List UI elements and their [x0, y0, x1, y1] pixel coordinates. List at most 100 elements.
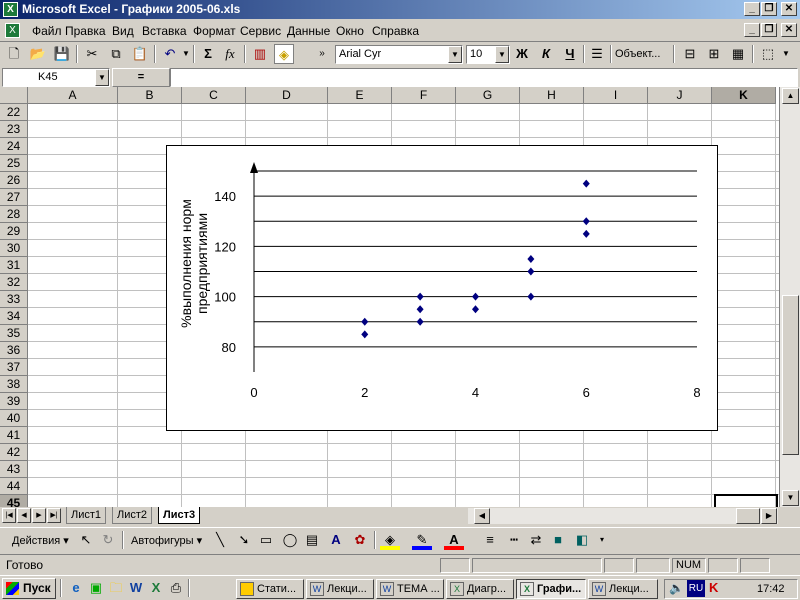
doc-close-button[interactable]: ✕ — [781, 23, 797, 37]
save-icon[interactable]: 💾 — [52, 44, 72, 64]
column-header[interactable]: D — [246, 87, 328, 104]
ungroup-icon[interactable]: ⊞ — [704, 44, 724, 64]
column-header[interactable]: H — [520, 87, 584, 104]
chevron-down-icon[interactable]: ▼ — [448, 46, 462, 63]
column-header[interactable]: E — [328, 87, 392, 104]
calculator-icon[interactable]: ▦ — [728, 44, 748, 64]
formula-input[interactable] — [170, 68, 798, 87]
selected-cell[interactable] — [714, 494, 778, 507]
new-icon[interactable]: 🗋 — [4, 44, 24, 64]
rotate-icon[interactable]: ↻ — [98, 530, 118, 550]
restore-button[interactable]: ❐ — [761, 2, 777, 16]
dash-style-icon[interactable]: ┅ — [504, 530, 524, 550]
open-icon[interactable]: 📂 — [28, 44, 48, 64]
first-sheet-icon[interactable]: |◀ — [2, 508, 16, 523]
printer-icon[interactable]: ⎙ — [166, 578, 186, 598]
scroll-right-icon[interactable]: ▶ — [761, 508, 777, 524]
row-header[interactable]: 38 — [0, 376, 28, 393]
row-header[interactable]: 40 — [0, 410, 28, 427]
task-button-2[interactable]: W Лекци... — [306, 579, 374, 599]
row-header[interactable]: 23 — [0, 121, 28, 138]
row-header[interactable]: 31 — [0, 257, 28, 274]
scroll-down-icon[interactable]: ▼ — [782, 490, 799, 506]
row-header[interactable]: 44 — [0, 478, 28, 495]
keyboard-switcher-icon[interactable]: K — [709, 580, 718, 595]
copy-icon[interactable]: ⧉ — [106, 44, 126, 64]
sheet-tab-3[interactable]: Лист3 — [158, 507, 201, 524]
borders-icon[interactable]: ⬚ — [758, 44, 778, 64]
word-quick-icon[interactable]: W — [126, 578, 146, 598]
column-header[interactable]: A — [28, 87, 118, 104]
hscroll-thumb[interactable] — [736, 508, 760, 524]
next-sheet-icon[interactable]: ▶ — [32, 508, 46, 523]
vertical-scrollbar[interactable]: ▲ ▼ — [779, 87, 800, 507]
speaker-icon[interactable]: 🔈 — [669, 581, 684, 595]
drawing-toggle-icon[interactable]: ◈ — [274, 44, 294, 64]
fill-color-icon[interactable]: ◈ — [380, 530, 400, 550]
row-header[interactable]: 39 — [0, 393, 28, 410]
column-header[interactable]: G — [456, 87, 520, 104]
column-header[interactable]: B — [118, 87, 182, 104]
3d-icon[interactable]: ◧ — [572, 530, 592, 550]
cut-icon[interactable]: ✂ — [82, 44, 102, 64]
name-box[interactable]: K45 ▼ — [2, 68, 110, 87]
menu-tools[interactable]: Сервис — [240, 24, 281, 38]
doc-minimize-button[interactable]: _ — [744, 23, 760, 37]
chevron-down-icon[interactable]: ▼ — [495, 46, 509, 63]
sheet-tab-1[interactable]: Лист1 — [66, 507, 107, 524]
task-button-6[interactable]: W Лекци... — [588, 579, 658, 599]
close-button[interactable]: ✕ — [781, 2, 797, 16]
borders-dropdown-icon[interactable]: ▼ — [776, 44, 796, 64]
column-header[interactable]: J — [648, 87, 712, 104]
minimize-button[interactable]: _ — [744, 2, 760, 16]
oval-icon[interactable]: ◯ — [280, 530, 300, 550]
wordart-icon[interactable]: A — [326, 530, 346, 550]
objects-button[interactable]: Объект... — [615, 48, 660, 60]
menu-insert[interactable]: Вставка — [142, 24, 187, 38]
italic-button[interactable]: К — [536, 44, 556, 64]
actions-menu[interactable]: Действия ▾ — [12, 534, 69, 547]
clipart-icon[interactable]: ✿ — [350, 530, 370, 550]
row-header[interactable]: 36 — [0, 342, 28, 359]
line-style-icon[interactable]: ≡ — [480, 530, 500, 550]
doc-restore-button[interactable]: ❐ — [761, 23, 777, 37]
row-header[interactable]: 34 — [0, 308, 28, 325]
pointer-icon[interactable]: ↖ — [76, 530, 96, 550]
task-button-3[interactable]: W ТЕМА ... — [376, 579, 444, 599]
function-button[interactable]: fx — [220, 44, 240, 64]
equals-sign[interactable]: = — [112, 68, 170, 87]
menu-file[interactable]: Файл — [32, 24, 62, 38]
menu-help[interactable]: Справка — [372, 24, 419, 38]
row-header[interactable]: 43 — [0, 461, 28, 478]
more-icon[interactable]: ▾ — [592, 530, 612, 550]
row-header[interactable]: 33 — [0, 291, 28, 308]
rectangle-icon[interactable]: ▭ — [256, 530, 276, 550]
prev-sheet-icon[interactable]: ◀ — [17, 508, 31, 523]
align-icon[interactable]: ☰ — [587, 44, 607, 64]
arrow-style-icon[interactable]: ⇄ — [526, 530, 546, 550]
line-color-icon[interactable]: ✎ — [412, 530, 432, 550]
workbook-icon[interactable]: X — [5, 23, 20, 38]
line-icon[interactable]: ╲ — [210, 530, 230, 550]
paste-icon[interactable]: 📋 — [130, 44, 150, 64]
row-header[interactable]: 45 — [0, 495, 28, 507]
excel-quick-icon[interactable]: X — [146, 578, 166, 598]
start-button[interactable]: Пуск — [2, 578, 56, 599]
font-color-icon[interactable]: A — [444, 530, 464, 550]
menu-format[interactable]: Формат — [193, 24, 236, 38]
select-all-corner[interactable] — [0, 87, 28, 104]
folder-icon[interactable]: 🗀 — [106, 578, 126, 598]
font-size-select[interactable]: 10 ▼ — [466, 45, 510, 64]
column-header[interactable]: K — [712, 87, 776, 104]
row-header[interactable]: 25 — [0, 155, 28, 172]
textbox-icon[interactable]: ▤ — [302, 530, 322, 550]
autoshapes-menu[interactable]: Автофигуры ▾ — [131, 534, 202, 547]
scroll-left-icon[interactable]: ◀ — [474, 508, 490, 524]
sheet-tab-2[interactable]: Лист2 — [112, 507, 153, 524]
row-header[interactable]: 35 — [0, 325, 28, 342]
scroll-up-icon[interactable]: ▲ — [782, 88, 799, 104]
menu-data[interactable]: Данные — [287, 24, 330, 38]
row-header[interactable]: 37 — [0, 359, 28, 376]
task-button-5[interactable]: X Графи... — [516, 579, 586, 599]
row-header[interactable]: 24 — [0, 138, 28, 155]
